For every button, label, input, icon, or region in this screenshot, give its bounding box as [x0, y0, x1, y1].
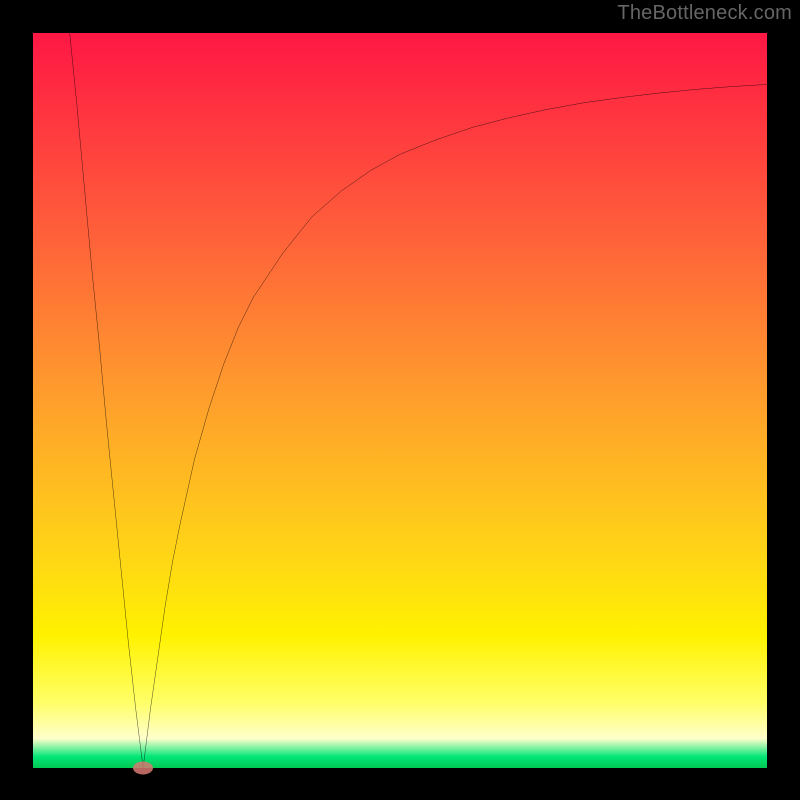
plot-area [33, 33, 767, 768]
min-marker [133, 762, 153, 775]
watermark-text: TheBottleneck.com [617, 2, 792, 25]
background-gradient [33, 33, 767, 768]
chart-frame: TheBottleneck.com [0, 0, 800, 800]
